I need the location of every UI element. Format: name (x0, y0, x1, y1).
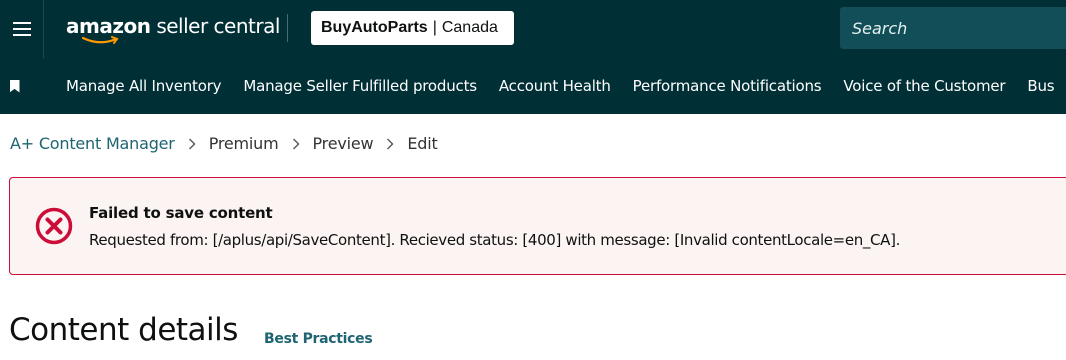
breadcrumb-aplus-content-manager[interactable]: A+ Content Manager (10, 134, 175, 153)
nav-item-account-health[interactable]: Account Health (499, 77, 611, 95)
error-circle-x-icon (35, 207, 73, 245)
chevron-right-icon (386, 138, 394, 150)
nav-item-manage-seller-fulfilled[interactable]: Manage Seller Fulfilled products (243, 77, 477, 95)
alert-title: Failed to save content (89, 204, 273, 222)
nav-item-business[interactable]: Bus (1027, 77, 1054, 95)
best-practices-link[interactable]: Best Practices (264, 331, 373, 347)
amazon-smile-icon (82, 36, 119, 44)
page-title: Content details (9, 312, 238, 348)
bookmark-icon[interactable] (0, 58, 29, 114)
store-name: BuyAutoParts (321, 19, 428, 36)
main-nav-bar: Manage All Inventory Manage Seller Fulfi… (0, 58, 1066, 114)
search-box[interactable] (840, 7, 1066, 49)
store-switcher[interactable]: BuyAutoParts | Canada (311, 11, 514, 45)
alert-message: Requested from: [/aplus/api/SaveContent]… (89, 231, 901, 249)
breadcrumb-edit: Edit (407, 134, 438, 153)
search-input[interactable] (852, 18, 1052, 38)
top-header: amazon seller central BuyAutoParts | Can… (0, 0, 1066, 58)
logo-product: seller central (156, 14, 280, 38)
nav-item-performance-notifications[interactable]: Performance Notifications (633, 77, 822, 95)
store-region: Canada (441, 19, 498, 36)
breadcrumb: A+ Content Manager Premium Preview Edit (10, 134, 438, 153)
breadcrumb-premium: Premium (208, 134, 279, 153)
header-divider (287, 14, 288, 42)
store-separator: | (432, 19, 437, 36)
nav-item-manage-all-inventory[interactable]: Manage All Inventory (66, 77, 222, 95)
logo-brand: amazon (66, 14, 151, 38)
error-alert: Failed to save content Requested from: [… (9, 177, 1066, 275)
nav-item-voice-of-customer[interactable]: Voice of the Customer (843, 77, 1005, 95)
breadcrumb-preview: Preview (312, 134, 374, 153)
chevron-right-icon (292, 138, 300, 150)
hamburger-menu-icon[interactable] (0, 0, 44, 58)
chevron-right-icon (188, 138, 196, 150)
